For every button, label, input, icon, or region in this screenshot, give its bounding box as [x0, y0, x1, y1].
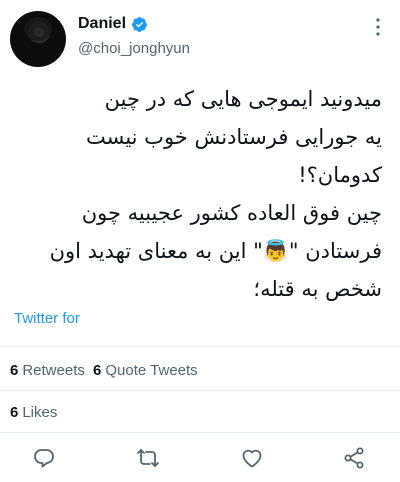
divider [0, 432, 400, 433]
retweets-label[interactable]: Retweets [22, 362, 85, 379]
verified-badge-icon [132, 17, 147, 32]
quote-tweets-label[interactable]: Quote Tweets [105, 362, 197, 379]
divider [0, 346, 400, 347]
likes-stats: 6 Likes [10, 404, 57, 421]
tweet-text-line: یه جورایی فرستادنش خوب نیست [85, 125, 382, 149]
heart-icon[interactable] [240, 446, 264, 470]
likes-count[interactable]: 6 [10, 404, 18, 421]
tweet-text-line: چین فوق العاده کشور عجیبیه چون [81, 201, 382, 225]
tweet-text-line: میدونید ایموجی هایی که در چین [104, 87, 382, 111]
tweet-header: Daniel @choi_jonghyun [0, 0, 400, 72]
retweet-icon[interactable] [136, 446, 160, 470]
tweet-text-line: کدومان؟! [298, 163, 382, 187]
tweet-text-line: فرستادن "👼" این به معنای تهدید اون [49, 239, 382, 263]
divider [0, 390, 400, 391]
share-icon[interactable] [342, 446, 366, 470]
tweet-text: میدونید ایموجی هایی که در چین یه جورایی … [10, 80, 382, 308]
display-name[interactable]: Daniel [78, 15, 126, 33]
avatar[interactable] [10, 11, 66, 67]
quote-tweets-count[interactable]: 6 [93, 362, 101, 379]
likes-label[interactable]: Likes [22, 404, 57, 421]
tweet-source-link[interactable]: Twitter for [14, 310, 80, 327]
more-vertical-icon[interactable] [376, 18, 380, 36]
retweets-count[interactable]: 6 [10, 362, 18, 379]
reply-icon[interactable] [32, 446, 56, 470]
tweet-text-line: شخص به قتله؛ [253, 277, 382, 301]
username[interactable]: @choi_jonghyun [78, 40, 190, 57]
tweet-actions-bar [0, 440, 400, 476]
retweet-stats: 6 Retweets 6 Quote Tweets [10, 362, 198, 379]
